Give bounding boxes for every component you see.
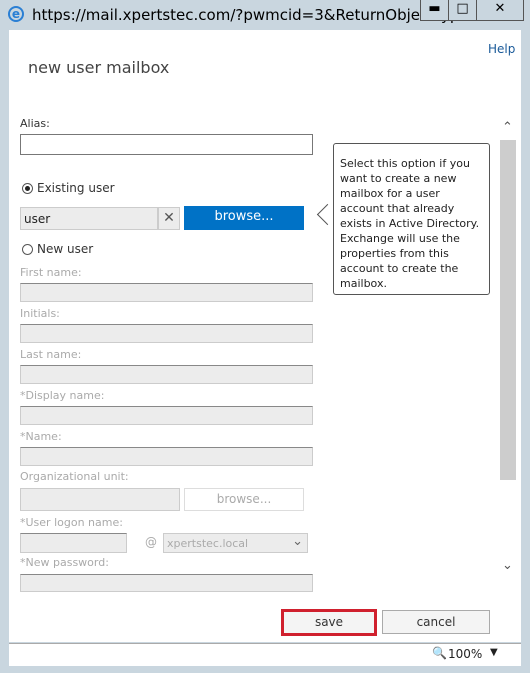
domain-select[interactable]: xpertstec.local ⌄ bbox=[163, 533, 308, 553]
browse-button[interactable]: browse... bbox=[184, 206, 304, 230]
initials-label: Initials: bbox=[20, 307, 60, 320]
new-user-radio[interactable]: New user bbox=[22, 242, 93, 256]
display-name-label: *Display name: bbox=[20, 389, 105, 402]
cancel-button[interactable]: cancel bbox=[382, 610, 490, 634]
last-name-label: Last name: bbox=[20, 348, 82, 361]
logon-input[interactable] bbox=[20, 533, 127, 553]
new-user-label: New user bbox=[37, 242, 94, 256]
alias-input[interactable] bbox=[20, 134, 313, 155]
scroll-up-icon[interactable]: ⌃ bbox=[502, 120, 513, 135]
last-name-input[interactable] bbox=[20, 365, 313, 384]
existing-user-label: Existing user bbox=[37, 181, 115, 195]
page-title: new user mailbox bbox=[28, 58, 170, 77]
name-input[interactable] bbox=[20, 447, 313, 466]
display-name-input[interactable] bbox=[20, 406, 313, 425]
help-link[interactable]: Help bbox=[488, 42, 515, 56]
first-name-input[interactable] bbox=[20, 283, 313, 302]
radio-checked-icon bbox=[22, 183, 33, 194]
ie-logo-icon: e bbox=[8, 6, 24, 22]
clear-icon[interactable]: ✕ bbox=[158, 207, 180, 230]
window-title: https://mail.xpertstec.com/?pwmcid=3&Ret… bbox=[32, 6, 483, 24]
maximize-button[interactable]: □ bbox=[448, 0, 477, 21]
zoom-icon: 🔍 bbox=[432, 646, 447, 660]
password-label: *New password: bbox=[20, 556, 109, 569]
at-sign: @ bbox=[145, 535, 157, 549]
scroll-down-icon[interactable]: ⌄ bbox=[502, 558, 513, 573]
alias-label: Alias: bbox=[20, 117, 50, 130]
ou-input[interactable] bbox=[20, 488, 180, 511]
password-input[interactable] bbox=[20, 574, 313, 592]
chevron-down-icon: ⌄ bbox=[292, 534, 303, 549]
tooltip: Select this option if you want to create… bbox=[333, 143, 490, 295]
zoom-dropdown-icon[interactable]: ▼ bbox=[490, 647, 498, 658]
scrollbar-thumb[interactable] bbox=[500, 140, 516, 480]
ou-browse-button[interactable]: browse... bbox=[184, 488, 304, 511]
logon-label: *User logon name: bbox=[20, 516, 123, 529]
domain-value: xpertstec.local bbox=[167, 537, 249, 550]
name-label: *Name: bbox=[20, 430, 62, 443]
ou-label: Organizational unit: bbox=[20, 470, 129, 483]
existing-user-radio[interactable]: Existing user bbox=[22, 181, 115, 195]
radio-unchecked-icon bbox=[22, 244, 33, 255]
initials-input[interactable] bbox=[20, 324, 313, 343]
user-input[interactable]: user bbox=[20, 207, 158, 230]
minimize-button[interactable]: ▬ bbox=[420, 0, 449, 21]
save-button[interactable]: save bbox=[281, 609, 377, 636]
first-name-label: First name: bbox=[20, 266, 82, 279]
zoom-level[interactable]: 100% bbox=[448, 647, 482, 661]
close-button[interactable]: ✕ bbox=[476, 0, 524, 21]
